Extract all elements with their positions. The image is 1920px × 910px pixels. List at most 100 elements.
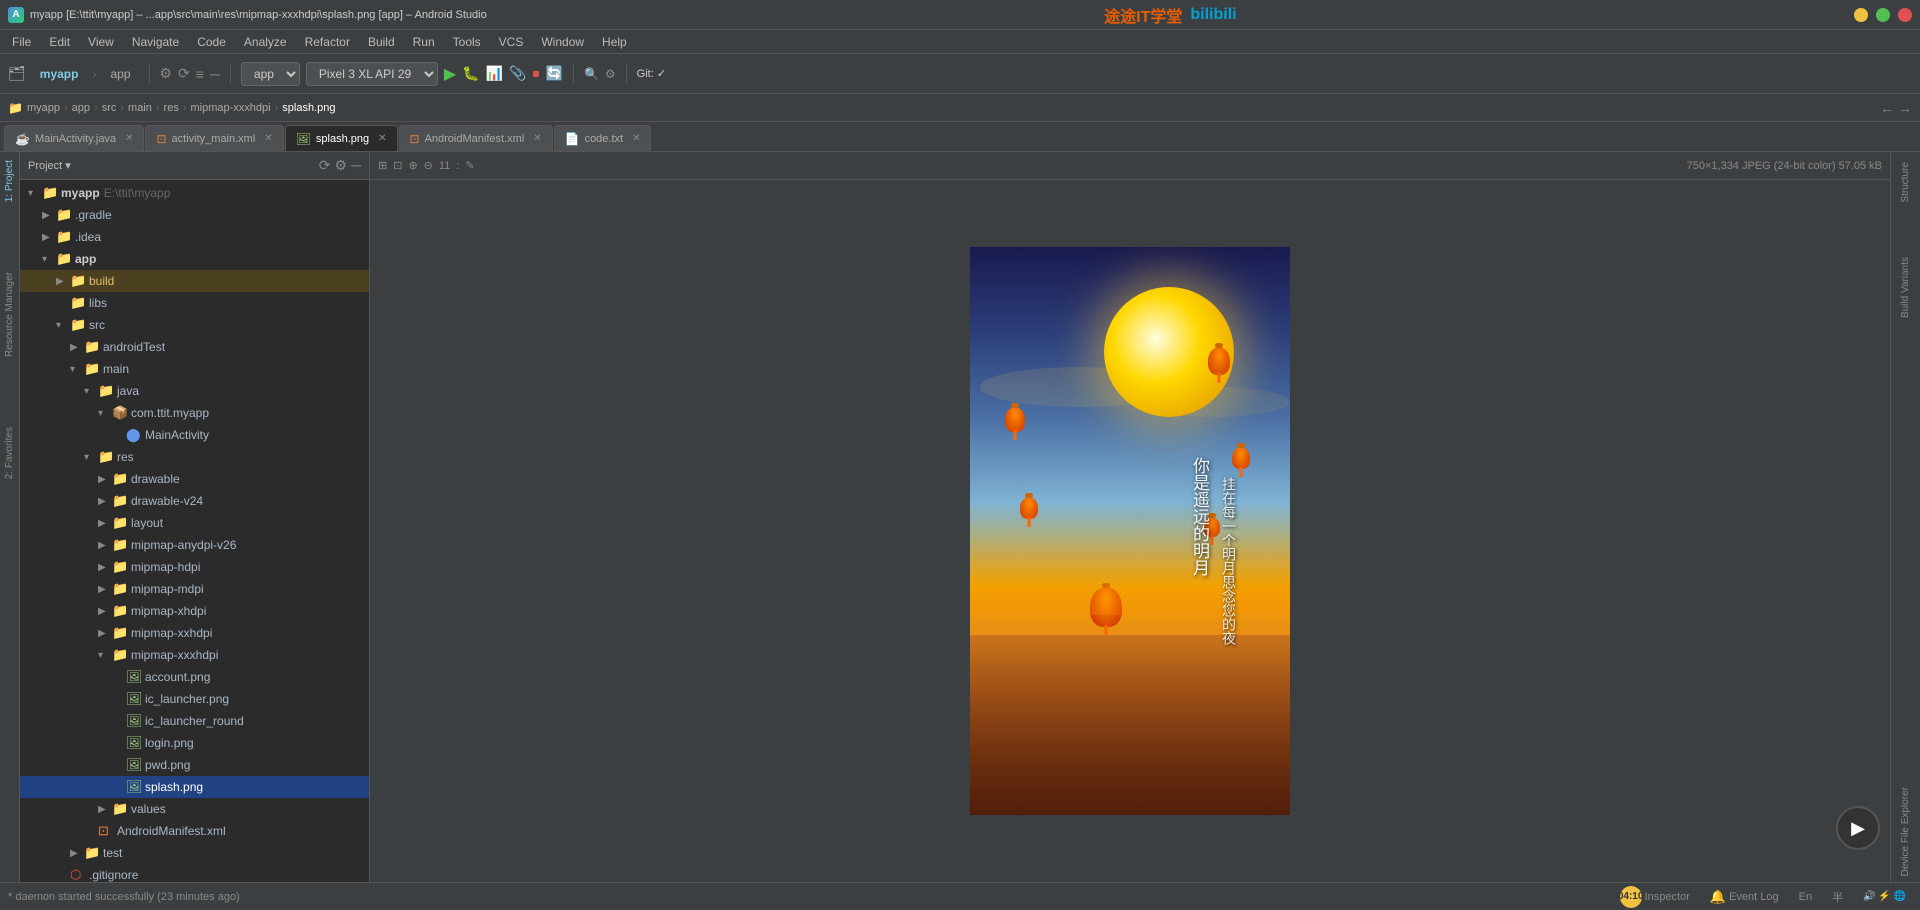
tree-item-ic-launcher[interactable]: 🖼 ic_launcher.png xyxy=(20,688,369,710)
panel-device-file[interactable]: Device File Explorer xyxy=(1898,781,1913,882)
menu-tools[interactable]: Tools xyxy=(445,33,489,51)
tree-item-src[interactable]: ▾ 📁 src xyxy=(20,314,369,336)
menu-file[interactable]: File xyxy=(4,33,39,51)
panel-resource-manager[interactable]: Resource Manager xyxy=(2,268,17,361)
breadcrumb-mipmap[interactable]: mipmap-xxxhdpi xyxy=(191,102,271,114)
tree-item-pwd[interactable]: 🖼 pwd.png xyxy=(20,754,369,776)
tree-item-java[interactable]: ▾ 📁 java xyxy=(20,380,369,402)
zoom-in-icon[interactable]: ⊕ xyxy=(408,159,417,172)
tree-item-app[interactable]: ▾ 📁 app xyxy=(20,248,369,270)
tab-mainactivity-close[interactable]: ✕ xyxy=(125,133,133,144)
tree-item-ic-launcher-round[interactable]: 🖼 ic_launcher_round xyxy=(20,710,369,732)
tab-activity-main[interactable]: ⊡ activity_main.xml ✕ xyxy=(145,125,283,151)
tree-item-mipmap-xxhdpi[interactable]: ▶ 📁 mipmap-xxhdpi xyxy=(20,622,369,644)
tab-manifest-close[interactable]: ✕ xyxy=(533,133,541,144)
sidebar-settings-btn[interactable]: ⚙ xyxy=(335,157,348,174)
tree-item-res[interactable]: ▾ 📁 res xyxy=(20,446,369,468)
tree-item-layout[interactable]: ▶ 📁 layout xyxy=(20,512,369,534)
panel-favorites[interactable]: 2: Favorites xyxy=(2,423,17,483)
event-log-button[interactable]: 🔔 Event Log xyxy=(1704,887,1785,907)
tree-item-myapp[interactable]: ▾ 📁 myapp E:\ttit\myapp xyxy=(20,182,369,204)
run-button[interactable]: ▶ xyxy=(444,64,456,84)
menu-navigate[interactable]: Navigate xyxy=(124,33,187,51)
tree-item-drawable-v24[interactable]: ▶ 📁 drawable-v24 xyxy=(20,490,369,512)
inspector-button[interactable]: 04:10 Inspector xyxy=(1614,884,1696,910)
attach-button[interactable]: 📎 xyxy=(509,65,526,82)
floating-video-btn[interactable]: ▶ xyxy=(1836,806,1880,850)
pencil-icon[interactable]: ✎ xyxy=(465,159,474,172)
tab-code[interactable]: 📄 code.txt ✕ xyxy=(554,125,652,151)
tree-item-mipmap-mdpi[interactable]: ▶ 📁 mipmap-mdpi xyxy=(20,578,369,600)
sidebar-minimize-btn[interactable]: ─ xyxy=(351,157,361,174)
search-btn[interactable]: 🔍 xyxy=(584,67,599,81)
tree-item-values[interactable]: ▶ 📁 values xyxy=(20,798,369,820)
breadcrumb-app[interactable]: app xyxy=(72,102,90,114)
breadcrumb-src[interactable]: src xyxy=(102,102,117,114)
tree-item-splash[interactable]: 🖼 splash.png xyxy=(20,776,369,798)
tab-manifest[interactable]: ⊡ AndroidManifest.xml ✕ xyxy=(399,125,553,151)
sidebar-sync-btn[interactable]: ⟳ xyxy=(319,157,331,174)
menu-window[interactable]: Window xyxy=(533,33,592,51)
tree-item-mipmap-hdpi[interactable]: ▶ 📁 mipmap-hdpi xyxy=(20,556,369,578)
breadcrumb-nav-forward[interactable]: → xyxy=(1898,100,1912,116)
tree-item-login[interactable]: 🖼 login.png xyxy=(20,732,369,754)
arrow-mipmap-xhdpi: ▶ xyxy=(98,606,112,617)
tab-code-close[interactable]: ✕ xyxy=(632,133,640,144)
minimize-button[interactable]: ─ xyxy=(1854,8,1868,22)
menu-code[interactable]: Code xyxy=(189,33,234,51)
tree-item-drawable[interactable]: ▶ 📁 drawable xyxy=(20,468,369,490)
panel-project[interactable]: 1: Project xyxy=(2,156,17,206)
tree-item-androidtest[interactable]: ▶ 📁 androidTest xyxy=(20,336,369,358)
settings-btn[interactable]: ⚙ xyxy=(605,67,616,81)
tree-item-libs[interactable]: 📁 libs xyxy=(20,292,369,314)
breadcrumb-file[interactable]: splash.png xyxy=(282,102,335,114)
menu-build[interactable]: Build xyxy=(360,33,403,51)
arrow-app: ▾ xyxy=(42,254,56,265)
panel-structure[interactable]: Structure xyxy=(1898,156,1913,209)
tree-item-package[interactable]: ▾ 📦 com.ttit.myapp xyxy=(20,402,369,424)
maximize-button[interactable]: □ xyxy=(1876,8,1890,22)
tab-splash[interactable]: 🖼 splash.png ✕ xyxy=(285,125,398,151)
menu-vcs[interactable]: VCS xyxy=(491,33,532,51)
tree-item-mipmap-xhdpi[interactable]: ▶ 📁 mipmap-xhdpi xyxy=(20,600,369,622)
menu-refactor[interactable]: Refactor xyxy=(297,33,358,51)
tab-mainactivity[interactable]: ☕ MainActivity.java ✕ xyxy=(4,125,144,151)
tree-item-idea[interactable]: ▶ 📁 .idea xyxy=(20,226,369,248)
app-breadcrumb[interactable]: app xyxy=(102,64,138,84)
zoom-out-icon[interactable]: ⊖ xyxy=(424,159,433,172)
menu-run[interactable]: Run xyxy=(405,33,443,51)
tab-activity-close[interactable]: ✕ xyxy=(264,133,272,144)
tree-item-build[interactable]: ▶ 📁 build xyxy=(20,270,369,292)
language-selector[interactable]: En xyxy=(1793,889,1818,905)
tree-item-mipmap-anydpi[interactable]: ▶ 📁 mipmap-anydpi-v26 xyxy=(20,534,369,556)
close-button[interactable]: ✕ xyxy=(1898,8,1912,22)
debug-button[interactable]: 🐛 xyxy=(462,65,479,82)
tree-item-mipmap-xxxhdpi[interactable]: ▾ 📁 mipmap-xxxhdpi xyxy=(20,644,369,666)
menu-help[interactable]: Help xyxy=(594,33,635,51)
tree-item-androidmanifest[interactable]: ⊡ AndroidManifest.xml xyxy=(20,820,369,842)
device-selector[interactable]: Pixel 3 XL API 29 xyxy=(306,62,438,86)
sync-button[interactable]: 🔄 xyxy=(546,65,563,82)
menu-edit[interactable]: Edit xyxy=(41,33,78,51)
menu-view[interactable]: View xyxy=(80,33,122,51)
ime-selector[interactable]: 半 xyxy=(1826,887,1849,907)
profile-button[interactable]: 📊 xyxy=(486,65,503,82)
breadcrumb-myapp[interactable]: myapp xyxy=(27,102,60,114)
zoom-to-fit-icon[interactable]: ⊡ xyxy=(393,159,402,172)
tree-item-gradle[interactable]: ▶ 📁 .gradle xyxy=(20,204,369,226)
tab-splash-close[interactable]: ✕ xyxy=(378,133,386,144)
tree-item-main[interactable]: ▾ 📁 main xyxy=(20,358,369,380)
breadcrumb-res[interactable]: res xyxy=(164,102,179,114)
panel-build-variants[interactable]: Build Variants xyxy=(1898,251,1913,324)
app-selector[interactable]: app xyxy=(241,62,300,86)
tree-item-test[interactable]: ▶ 📁 test xyxy=(20,842,369,864)
breadcrumb-nav-back[interactable]: ← xyxy=(1880,100,1894,116)
breadcrumb-main[interactable]: main xyxy=(128,102,152,114)
tree-item-account[interactable]: 🖼 account.png xyxy=(20,666,369,688)
menu-analyze[interactable]: Analyze xyxy=(236,33,295,51)
image-view[interactable]: 你是遥远的明月 挂在每一个明月思念您的夜 xyxy=(370,180,1890,882)
stop-button[interactable]: ⏹ xyxy=(533,65,540,82)
tree-item-mainactivity[interactable]: ⬤ MainActivity xyxy=(20,424,369,446)
tree-item-gitignore[interactable]: ⬡ .gitignore xyxy=(20,864,369,882)
grid-icon[interactable]: ⊞ xyxy=(378,159,387,172)
